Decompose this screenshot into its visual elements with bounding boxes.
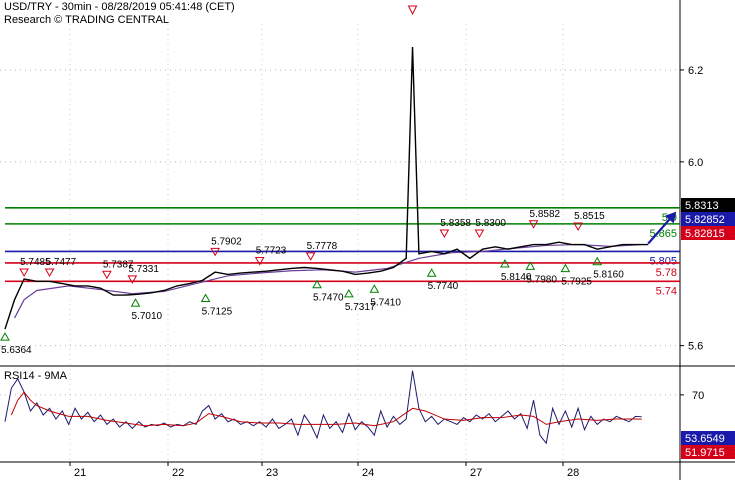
- low-marker: [130, 298, 141, 307]
- high-label: 5.7331: [128, 264, 159, 275]
- price-box-label: 5.82815: [685, 228, 725, 240]
- x-tick-label: 21: [74, 467, 86, 479]
- low-label: 5.7470: [313, 293, 344, 304]
- high-label: 5.8358: [440, 218, 471, 229]
- high-marker: [305, 252, 316, 261]
- low-label: 5.7010: [132, 311, 163, 322]
- high-label: 5.8300: [475, 218, 506, 229]
- low-label: 5.7125: [202, 306, 233, 317]
- high-marker: [439, 229, 450, 238]
- low-label: 5.7980: [526, 274, 557, 285]
- x-tick-label: 24: [362, 467, 374, 479]
- price-y-tick-label: 6.0: [688, 157, 703, 169]
- level-label-pivot: 5.805: [649, 255, 677, 267]
- x-tick-label: 23: [266, 467, 278, 479]
- rsi-title: RSI14 - 9MA: [4, 370, 68, 382]
- low-marker: [344, 288, 354, 298]
- x-tick-label: 22: [172, 467, 184, 479]
- low-marker: [369, 284, 380, 293]
- rsi-value-label: 53.6549: [685, 433, 725, 445]
- price-box-label: 5.8313: [685, 200, 719, 212]
- high-marker: [474, 229, 485, 238]
- low-marker: [560, 263, 571, 273]
- level-label-support-1: 5.78: [656, 267, 677, 279]
- rsi-y-tick-label: 70: [692, 390, 704, 402]
- high-label: 5.7477: [46, 257, 77, 268]
- high-marker: [19, 268, 29, 278]
- price-y-tick-label: 6.2: [688, 65, 703, 77]
- high-label: 5.7723: [256, 246, 287, 257]
- rsi-value-label: 51.9715: [685, 447, 725, 459]
- low-label: 5.7410: [370, 297, 401, 308]
- high-label: 5.7778: [307, 241, 338, 252]
- low-label: 5.7925: [561, 277, 592, 288]
- high-marker: [44, 268, 55, 278]
- high-label: 5.8515: [574, 211, 605, 222]
- rsi-line: [4, 370, 642, 445]
- chart-window: USD/TRY - 30min - 08/28/2019 05:41:48 (C…: [0, 0, 735, 480]
- level-label-support-2: 5.74: [656, 285, 677, 297]
- high-label: 5.7902: [211, 236, 242, 247]
- x-tick-label: 28: [567, 467, 579, 479]
- low-marker: [426, 268, 437, 277]
- low-marker: [0, 332, 10, 341]
- x-tick-label: 27: [470, 467, 482, 479]
- low-label: 5.8160: [593, 270, 624, 281]
- low-label: 5.7740: [428, 281, 459, 292]
- price-chart-svg: 5.66.06.22122232427285.95.8655.8055.785.…: [0, 0, 735, 480]
- low-label: 5.6364: [1, 345, 32, 356]
- price-y-tick-label: 5.6: [688, 341, 703, 353]
- price-line: [4, 46, 649, 330]
- price-box-label: 5.82852: [685, 214, 725, 226]
- spike-high-marker: [407, 5, 418, 16]
- high-marker: [102, 270, 112, 280]
- low-marker: [200, 293, 211, 302]
- high-label: 5.8582: [530, 209, 561, 220]
